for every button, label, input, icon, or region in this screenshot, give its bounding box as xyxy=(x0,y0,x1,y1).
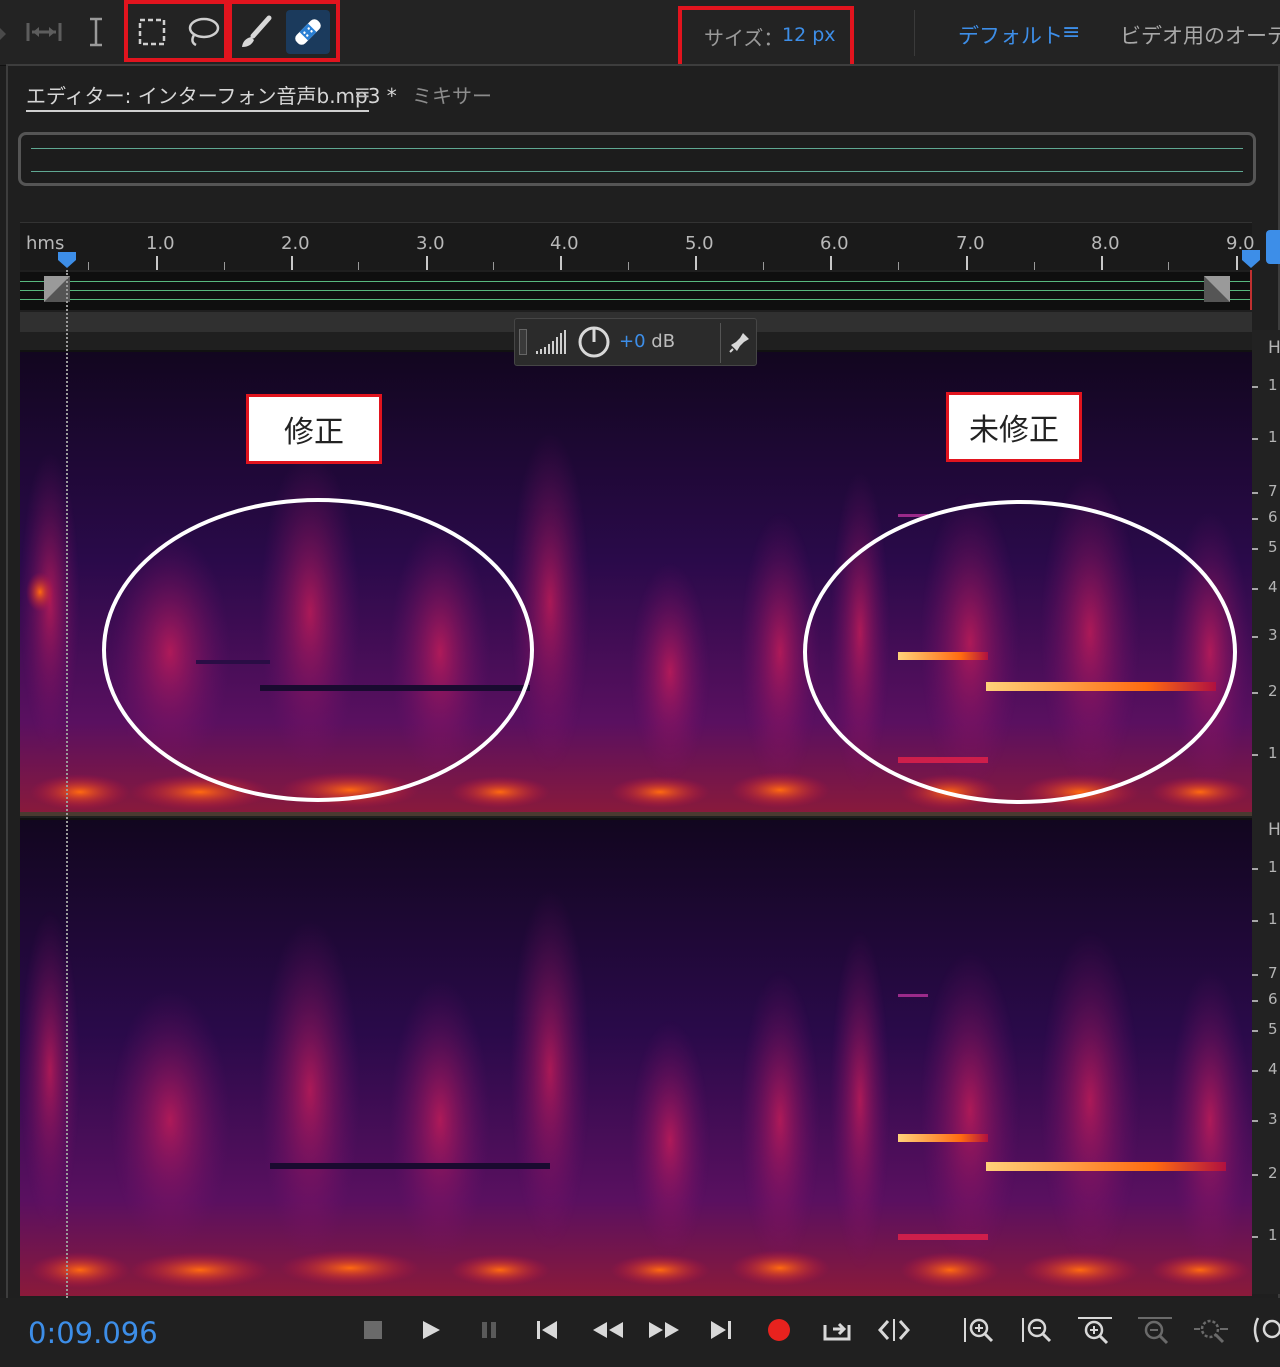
spot-healing-brush-icon[interactable] xyxy=(286,10,330,54)
zoom-in-time-icon[interactable] xyxy=(1076,1314,1114,1346)
annotation-unfixed-label: 未修正 xyxy=(946,392,1082,462)
ruler-tick-label: 3.0 xyxy=(416,233,445,254)
loop-playback-icon[interactable] xyxy=(820,1314,854,1346)
ruler-tick-label: 4.0 xyxy=(550,233,579,254)
playhead-start-marker-icon[interactable] xyxy=(56,250,78,270)
tab-editor[interactable]: エディター: インターフォン音声b.mp3 * xyxy=(26,80,397,109)
freq-tick-label: 3 xyxy=(1268,1110,1278,1128)
workspace-video-audio[interactable]: ビデオ用のオーディオ xyxy=(1120,20,1280,50)
time-ruler[interactable]: hms 1.0 2.0 3.0 4.0 5.0 6.0 7.0 8.0 9.0 xyxy=(20,222,1255,270)
brush-size-label: サイズ： xyxy=(704,26,784,50)
freq-unit-label: H xyxy=(1268,820,1280,840)
spectrogram-channel-2[interactable] xyxy=(20,818,1252,1296)
skip-to-end-icon[interactable] xyxy=(706,1314,736,1346)
freq-tick-label: 5 xyxy=(1268,538,1278,556)
rewind-icon[interactable] xyxy=(590,1314,626,1346)
freq-unit-label: H xyxy=(1268,338,1280,358)
zoom-out-amplitude-icon[interactable] xyxy=(1020,1314,1054,1346)
freq-tick-label: 7 xyxy=(1268,964,1278,982)
stop-button-icon[interactable] xyxy=(358,1314,388,1346)
playhead-line xyxy=(66,270,68,1298)
playhead-end-marker-icon[interactable] xyxy=(1240,248,1262,270)
fade-out-handle-icon[interactable] xyxy=(1204,276,1230,302)
lasso-selection-icon[interactable] xyxy=(182,12,222,52)
zoom-handle[interactable] xyxy=(1266,230,1280,264)
freq-tick-label: 1 xyxy=(1268,1226,1278,1244)
freq-tick-label: 2 xyxy=(1268,682,1278,700)
freq-tick-label: 1 xyxy=(1268,744,1278,762)
ruler-tick-label: 2.0 xyxy=(281,233,310,254)
ruler-tick-label: 5.0 xyxy=(685,233,714,254)
signal-level-icon xyxy=(535,329,567,359)
ruler-tick-label: 1.0 xyxy=(146,233,175,254)
skip-selection-icon[interactable] xyxy=(876,1314,912,1346)
marquee-selection-icon[interactable] xyxy=(132,12,172,52)
collapse-arrow-icon[interactable] xyxy=(0,20,12,48)
fast-forward-icon[interactable] xyxy=(646,1314,682,1346)
frequency-axis: H 1 1 7 6 5 4 3 2 1 H 1 1 7 6 5 4 3 2 1 xyxy=(1252,330,1280,1294)
overview-track-line xyxy=(31,171,1243,172)
active-tab-underline xyxy=(26,110,369,112)
hud-divider xyxy=(720,323,721,363)
tab-mixer[interactable]: ミキサー xyxy=(412,80,492,109)
freq-tick-label: 3 xyxy=(1268,626,1278,644)
annotation-fixed-label: 修正 xyxy=(246,394,382,464)
current-time-display[interactable]: 0:09.096 xyxy=(28,1316,158,1350)
zoom-navigator-bar[interactable] xyxy=(18,132,1256,186)
zoom-full-icon[interactable] xyxy=(1250,1314,1280,1346)
amplitude-hud[interactable]: +0 dB xyxy=(514,318,757,366)
hud-grip[interactable] xyxy=(519,329,527,355)
volume-envelope-strip[interactable] xyxy=(20,272,1252,310)
record-button-icon[interactable] xyxy=(764,1314,794,1346)
freq-tick-label: 1 xyxy=(1268,858,1278,876)
freq-tick-label: 4 xyxy=(1268,1060,1278,1078)
play-button-icon[interactable] xyxy=(416,1314,446,1346)
workspace-menu-icon[interactable]: ≡ xyxy=(1062,20,1080,45)
overview-track-line xyxy=(31,148,1243,149)
freq-tick-label: 1 xyxy=(1268,376,1278,394)
paintbrush-selection-icon[interactable] xyxy=(236,12,276,52)
brush-size-value[interactable]: 12 px xyxy=(782,24,836,46)
freq-tick-label: 2 xyxy=(1268,1164,1278,1182)
freq-tick-label: 6 xyxy=(1268,990,1278,1008)
gain-value: +0 xyxy=(619,331,646,352)
annotation-ellipse-fixed xyxy=(102,498,534,802)
zoom-to-selection-icon[interactable] xyxy=(1192,1314,1230,1346)
zoom-out-time-icon[interactable] xyxy=(1136,1314,1174,1346)
freq-tick-label: 6 xyxy=(1268,508,1278,526)
workspace-default[interactable]: デフォルト xyxy=(958,20,1063,50)
freq-tick-label: 1 xyxy=(1268,428,1278,446)
gain-unit: dB xyxy=(651,331,676,352)
ruler-tick-label: 8.0 xyxy=(1091,233,1120,254)
ruler-tick-label: 7.0 xyxy=(956,233,985,254)
zoom-in-amplitude-icon[interactable] xyxy=(962,1314,996,1346)
pause-button-icon[interactable] xyxy=(474,1314,504,1346)
volume-knob-icon[interactable] xyxy=(577,325,611,363)
ruler-tick-label: 6.0 xyxy=(820,233,849,254)
gain-readout[interactable]: +0 dB xyxy=(619,331,675,352)
freq-tick-label: 5 xyxy=(1268,1020,1278,1038)
time-selection-tool-icon[interactable] xyxy=(24,12,64,52)
toolbar-divider xyxy=(914,10,915,56)
skip-to-start-icon[interactable] xyxy=(532,1314,562,1346)
end-marker-line xyxy=(1250,270,1252,310)
pin-icon[interactable] xyxy=(729,331,751,357)
time-selection-ibeam-icon[interactable] xyxy=(76,12,116,52)
freq-tick-label: 7 xyxy=(1268,482,1278,500)
channel-separator xyxy=(20,812,1252,816)
tab-editor-menu-icon[interactable]: ≡ xyxy=(354,80,371,104)
annotation-ellipse-unfixed xyxy=(803,500,1237,804)
freq-tick-label: 1 xyxy=(1268,910,1278,928)
freq-tick-label: 4 xyxy=(1268,578,1278,596)
